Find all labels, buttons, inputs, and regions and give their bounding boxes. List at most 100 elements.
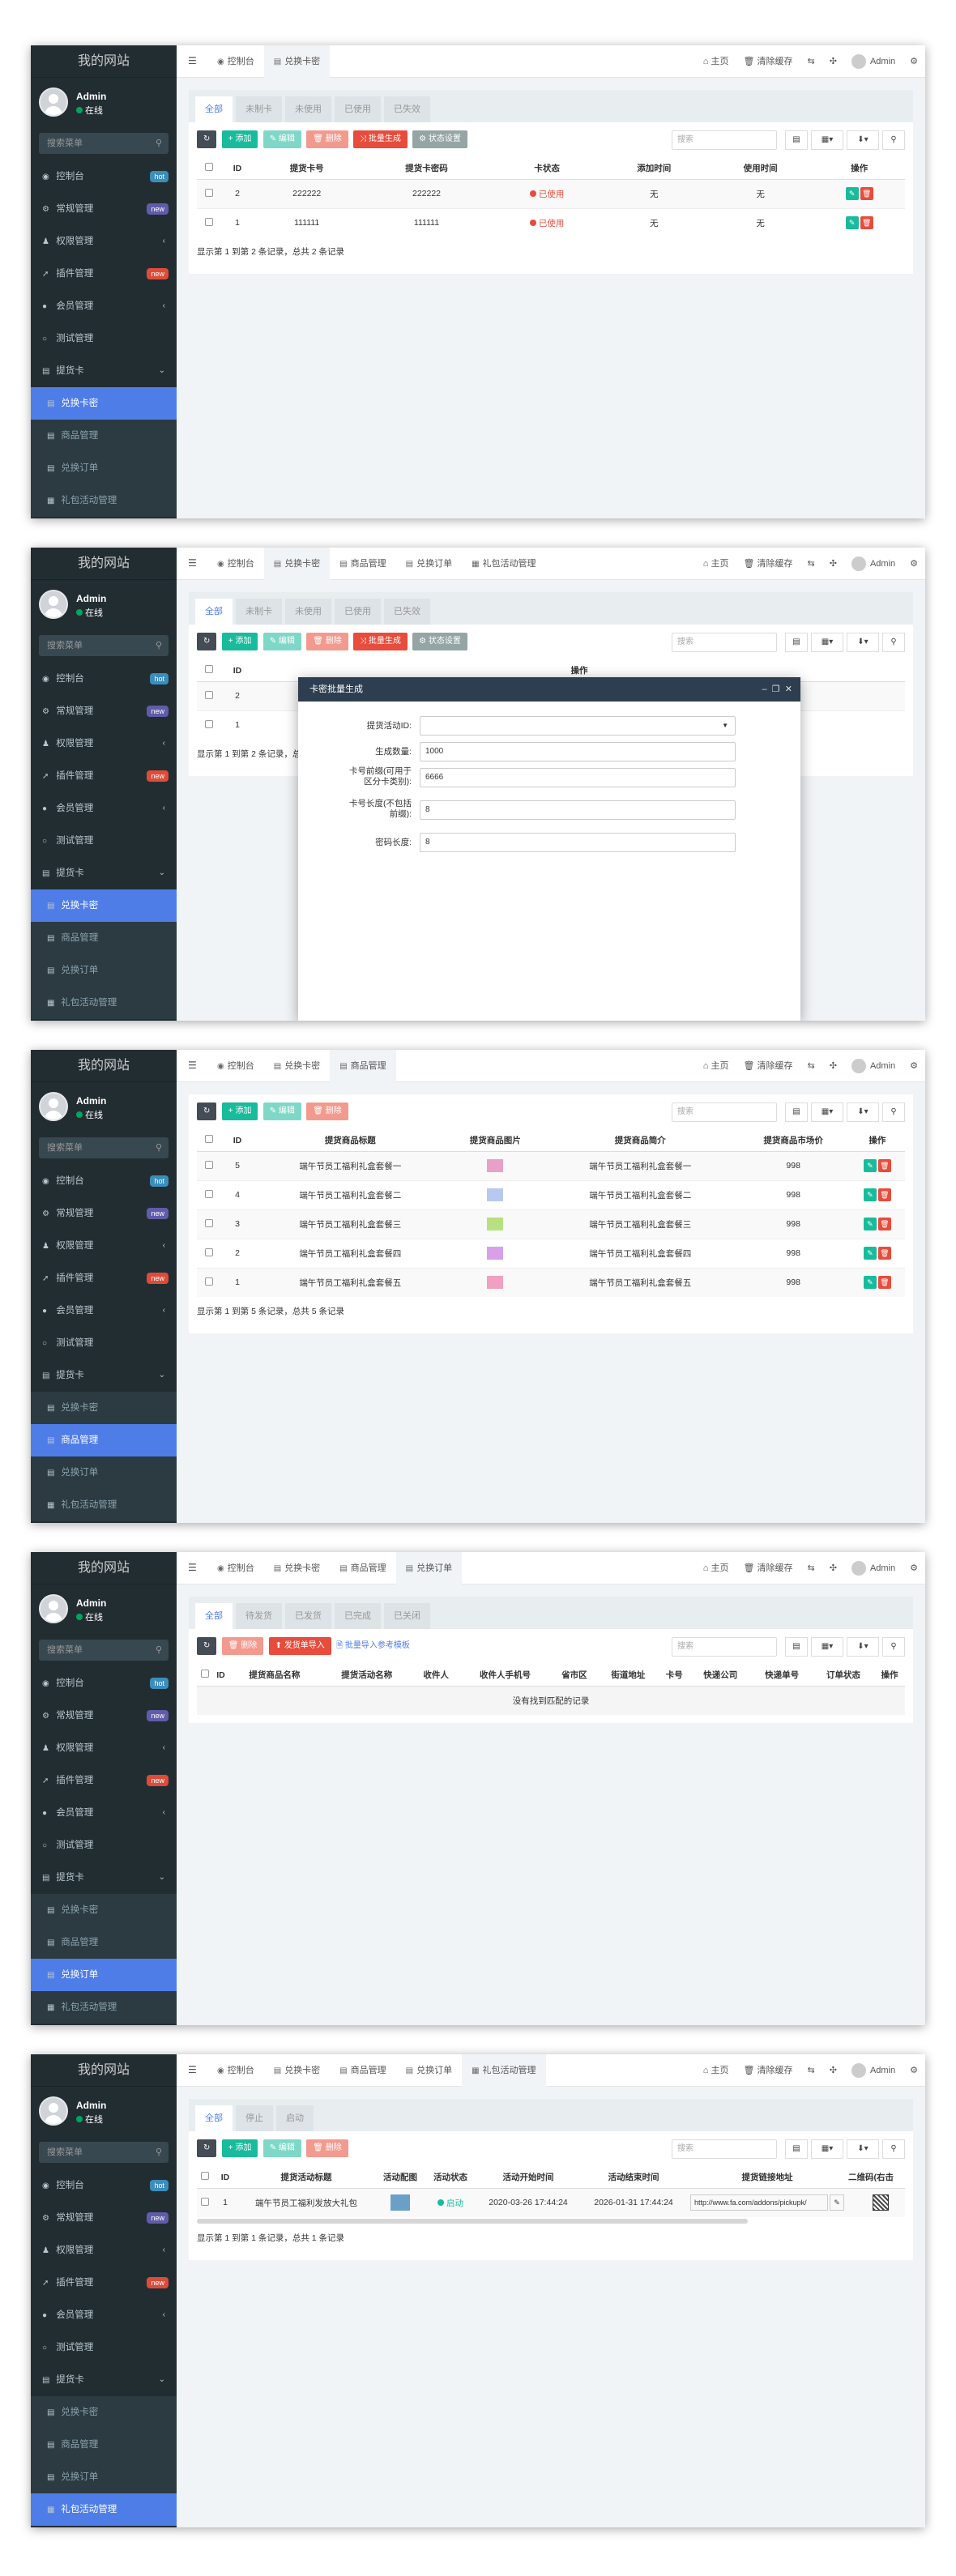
sidebar-item-card[interactable]: ▤ 兑换卡密 [31,387,177,420]
home-link[interactable]: ⌂ 主页 [696,2054,736,2087]
maximize-icon[interactable]: ❐ [772,685,780,694]
tab-order[interactable]: ▤ 兑换订单 [395,1552,463,1584]
hamburger-icon[interactable]: ☰ [188,1562,197,1573]
toggle-view-icon[interactable]: ▤ [785,1637,808,1657]
card-length-input[interactable]: 8 [420,800,736,820]
quantity-input[interactable]: 1000 [420,742,736,761]
fullscreen-icon[interactable]: ✣ [822,1050,844,1082]
menu-search-input[interactable]: 搜索菜单 ⚲ [39,635,169,656]
sidebar-item-general[interactable]: ⚙ 常规管理 new [31,2202,177,2234]
sidebar-item-console[interactable]: ◉ 控制台 hot [31,1667,177,1700]
col-add-time[interactable]: 添加时间 [600,158,707,180]
col-start[interactable]: 活动开始时间 [476,2167,581,2189]
tab-goods[interactable]: ▤ 商品管理 [330,1552,395,1584]
export-dropdown-icon[interactable]: ⬇▾ [847,1102,879,1122]
col-use-time[interactable]: 使用时间 [706,158,814,180]
row-delete-icon[interactable]: 🗑 [877,1159,891,1172]
tab-card[interactable]: ▤ 兑换卡密 [264,1050,330,1082]
search-input[interactable]: 搜索 [672,1637,777,1657]
search-input[interactable]: 搜索 [672,130,777,150]
sidebar-item-order[interactable]: ▤ 兑换订单 [31,1456,177,1489]
select-all-checkbox[interactable] [201,2172,209,2181]
home-link[interactable]: ⌂ 主页 [696,1050,736,1082]
row-edit-icon[interactable]: ✎ [863,1188,877,1201]
sidebar-item-activity[interactable]: ▦ 礼包活动管理 [31,2493,177,2526]
search-icon[interactable]: ⚲ [882,1102,905,1122]
sidebar-item-goods[interactable]: ▤ 商品管理 [31,922,177,954]
site-title[interactable]: 我的网站 [31,45,177,78]
row-checkbox[interactable] [205,690,213,699]
col-goods-name[interactable]: 提货商品名称 [228,1665,321,1687]
col-card-no[interactable]: 提货卡号 [254,158,361,180]
row-edit-icon[interactable]: ✎ [863,1218,877,1230]
sidebar-item-goods[interactable]: ▤ 商品管理 [31,1424,177,1456]
tab-activity[interactable]: ▦ 礼包活动管理 [462,2054,546,2087]
export-dropdown-icon[interactable]: ⬇▾ [847,633,879,652]
fullscreen-icon[interactable]: ✣ [822,45,844,78]
sidebar-item-order[interactable]: ▤ 兑换订单 [31,2461,177,2493]
col-price[interactable]: 提货商品市场价 [736,1130,850,1152]
row-checkbox[interactable] [205,217,213,226]
sidebar-item-activity[interactable]: ▦ 礼包活动管理 [31,1489,177,1521]
user-menu[interactable]: Admin [844,2054,903,2087]
clear-cache-button[interactable]: 🗑 清除缓存 [736,45,800,78]
close-icon[interactable]: ✕ [785,685,792,694]
row-checkbox[interactable] [205,1277,213,1286]
user-menu[interactable]: Admin [844,45,903,78]
sidebar-item-member[interactable]: ● 会员管理 ‹ [31,792,177,825]
sidebar-item-pickup[interactable]: ▤ 提货卡 ⌄ [31,1359,177,1392]
site-title[interactable]: 我的网站 [31,2054,177,2087]
edit-button[interactable]: ✎ 编辑 [262,1102,301,1120]
sidebar-item-goods[interactable]: ▤ 商品管理 [31,420,177,452]
row-delete-icon[interactable]: 🗑 [860,187,873,200]
select-all-checkbox[interactable] [205,665,213,674]
col-title[interactable]: 提货商品标题 [254,1130,447,1152]
goods-thumbnail[interactable] [487,1218,504,1230]
sidebar-item-auth[interactable]: ♟ 权限管理 ‹ [31,2234,177,2267]
pickup-url-field[interactable]: http://www.fa.com/addons/pickupk/ [690,2194,828,2211]
row-checkbox[interactable] [205,1189,213,1198]
tab-goods[interactable]: ▤ 商品管理 [330,548,395,580]
delete-button[interactable]: 🗑 删除 [221,1637,264,1655]
export-dropdown-icon[interactable]: ⬇▾ [847,1637,879,1657]
tab-console[interactable]: ◉ 控制台 [207,1552,264,1584]
filter-tab-used[interactable]: 已使用 [335,599,381,625]
row-edit-icon[interactable]: ✎ [845,216,859,230]
tab-card[interactable]: ▤ 兑换卡密 [263,45,331,78]
toggle-view-icon[interactable]: ▤ [785,1102,808,1122]
edit-button[interactable]: ✎ 编辑 [262,633,301,650]
sidebar-item-member[interactable]: ● 会员管理 ‹ [31,290,177,322]
columns-dropdown-icon[interactable]: ▦▾ [811,1637,843,1657]
filter-tab-expired[interactable]: 已失效 [384,96,430,122]
menu-search-input[interactable]: 搜索菜单 ⚲ [39,1640,169,1661]
col-title[interactable]: 提货活动标题 [237,2167,375,2189]
filter-tab-closed[interactable]: 已关闭 [384,1603,430,1629]
sidebar-item-pickup[interactable]: ▤ 提货卡 ⌄ [31,857,177,889]
search-icon[interactable]: ⚲ [882,633,905,652]
settings-gear-icon[interactable]: ⚙ [903,548,925,580]
col-url[interactable]: 提货链接地址 [686,2167,848,2189]
refresh-button[interactable]: ↻ [197,2139,217,2157]
fullscreen-icon[interactable]: ✣ [822,1552,844,1584]
filter-tab-unused[interactable]: 未使用 [285,599,331,625]
search-input[interactable]: 搜索 [672,2139,777,2159]
filter-tab-expired[interactable]: 已失效 [384,599,430,625]
home-link[interactable]: ⌂ 主页 [696,1552,736,1584]
filter-tab-shipped[interactable]: 已发货 [285,1603,331,1629]
row-edit-icon[interactable]: ✎ [863,1276,877,1290]
filter-tab-all[interactable]: 全部 [195,1603,233,1629]
row-delete-icon[interactable]: 🗑 [877,1188,891,1201]
row-edit-icon[interactable]: ✎ [863,1247,877,1260]
col-express[interactable]: 快递公司 [689,1665,752,1687]
col-status[interactable]: 活动状态 [425,2167,476,2189]
sidebar-item-activity[interactable]: ▦ 礼包活动管理 [31,987,177,1019]
site-title[interactable]: 我的网站 [31,1050,177,1082]
filter-tab-unmade[interactable]: 未制卡 [236,96,282,122]
sidebar-item-order[interactable]: ▤ 兑换订单 [31,954,177,987]
sidebar-item-activity[interactable]: ▦ 礼包活动管理 [31,1991,177,2024]
col-order-status[interactable]: 订单状态 [813,1665,874,1687]
multi-tab-icon[interactable]: ⇆ [800,1050,822,1082]
refresh-button[interactable]: ↻ [197,633,217,650]
filter-tab-stopped[interactable]: 停止 [236,2105,273,2131]
col-receiver-phone[interactable]: 收件人手机号 [459,1665,552,1687]
